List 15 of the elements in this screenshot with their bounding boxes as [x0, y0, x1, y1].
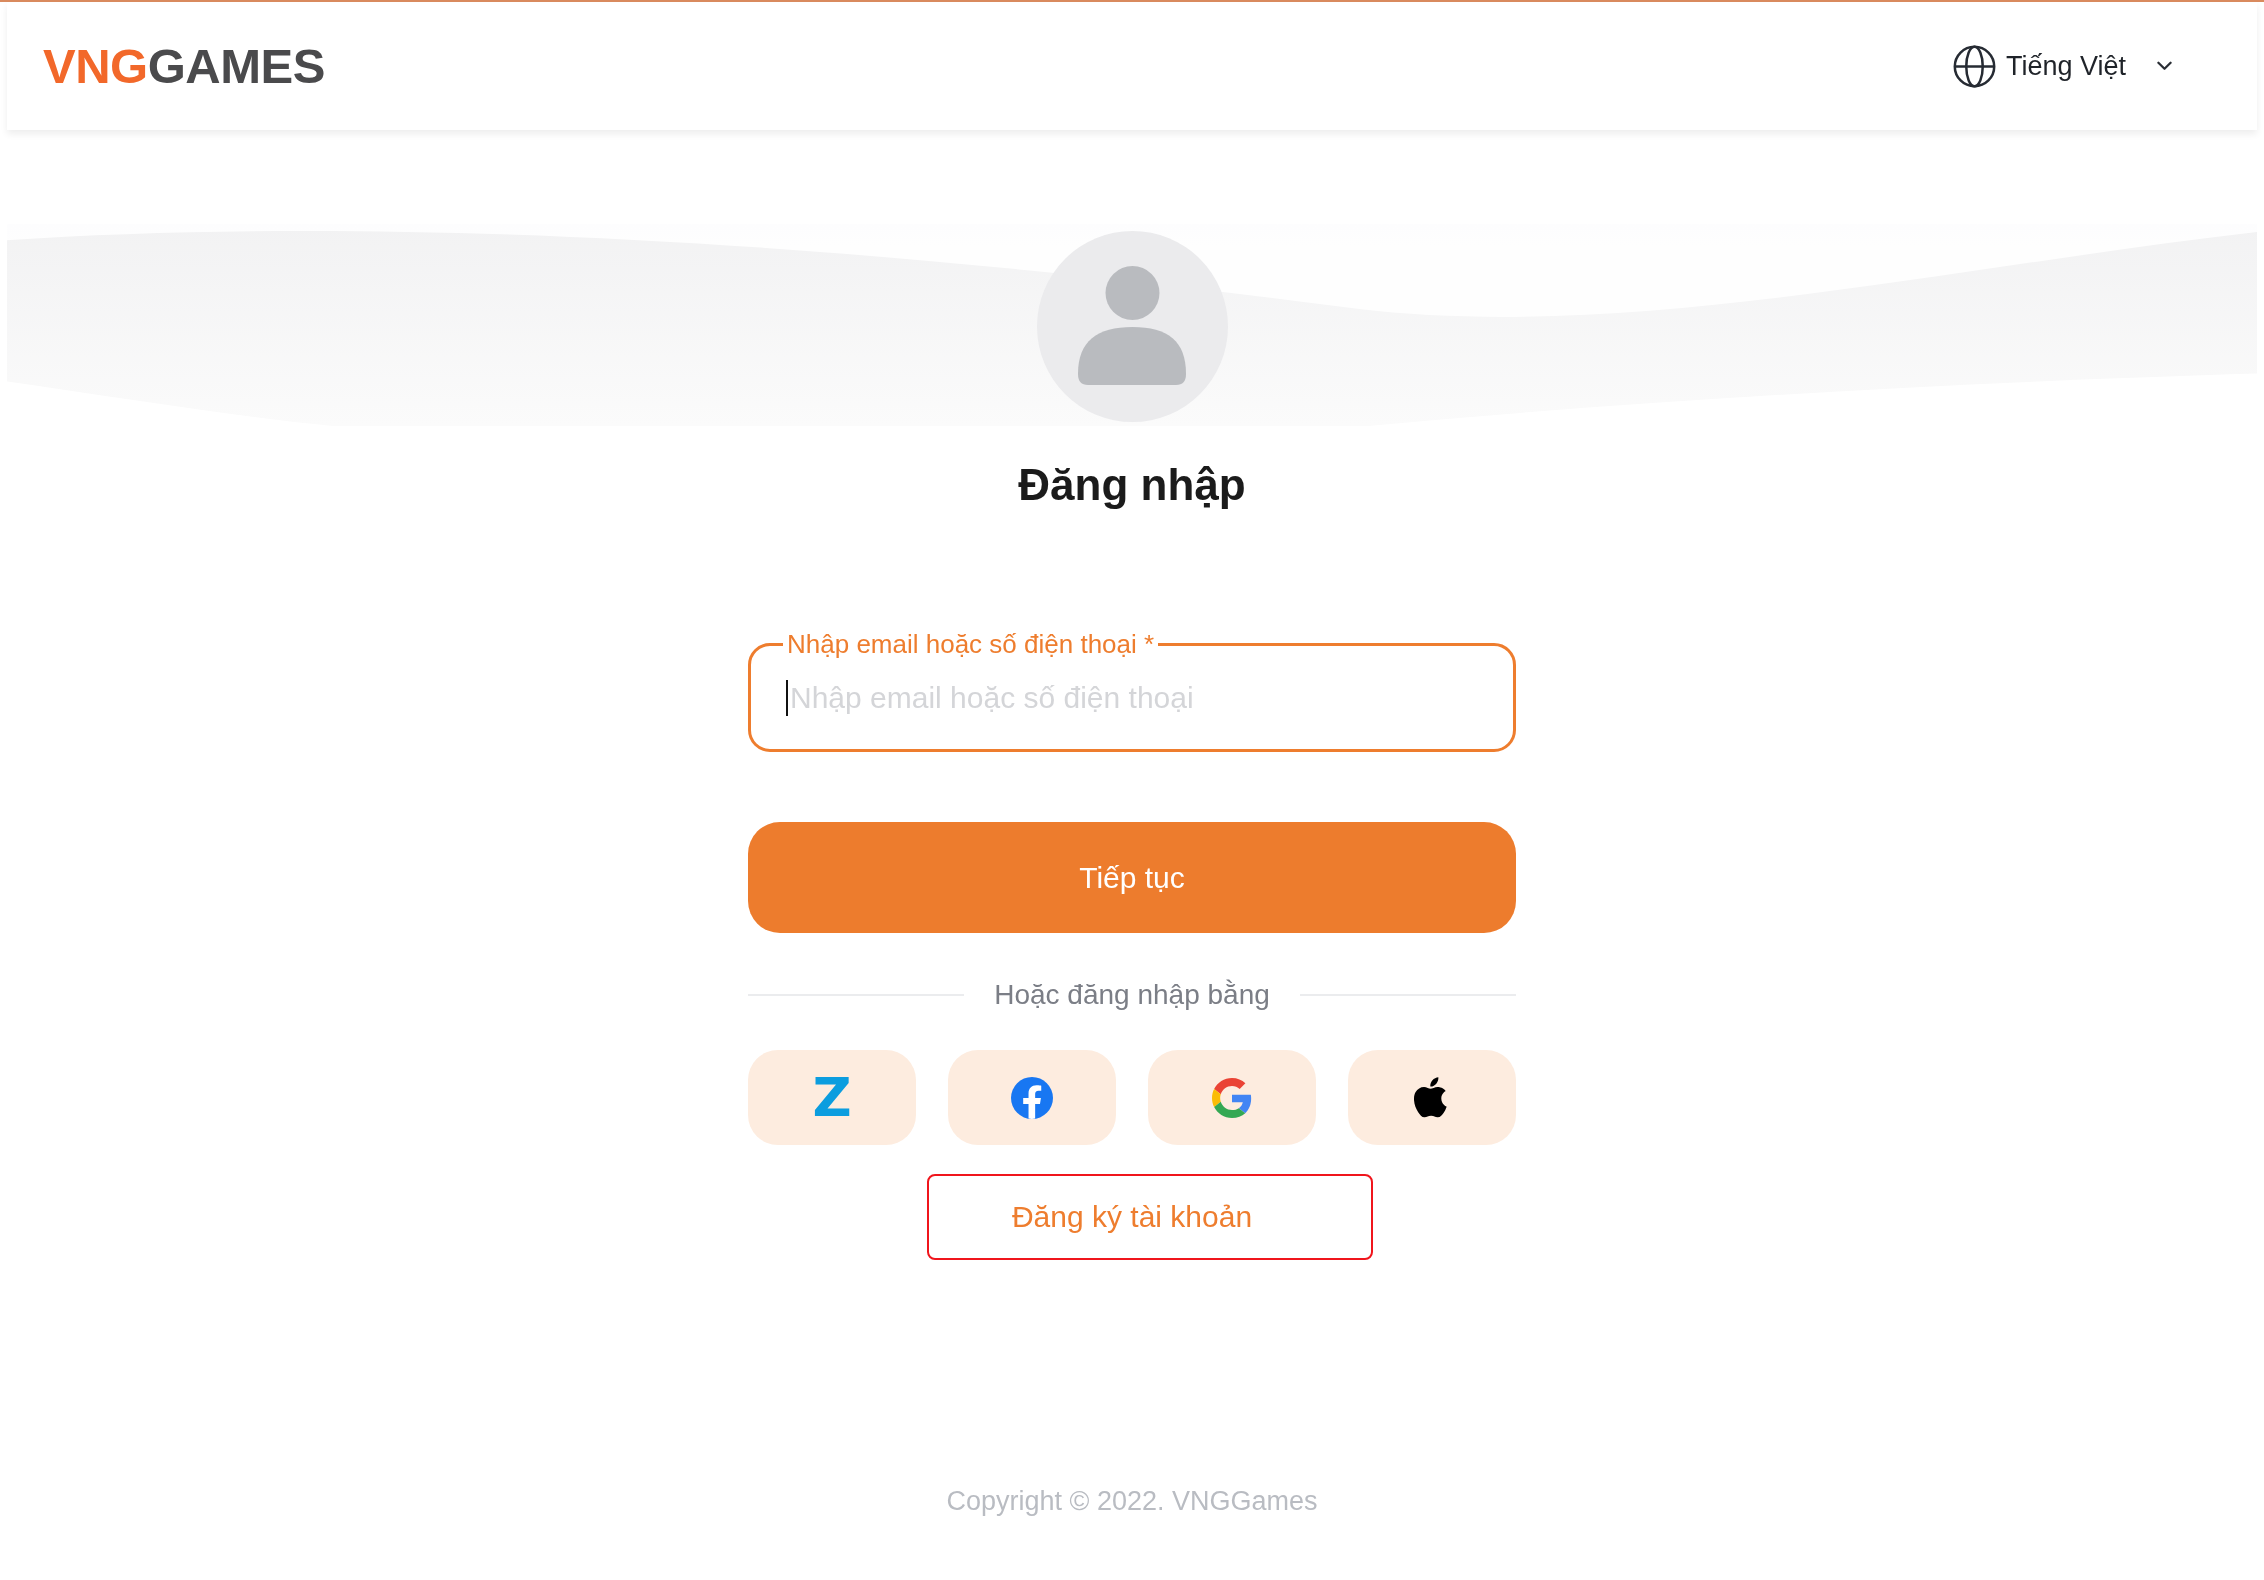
chevron-down-icon [2157, 61, 2172, 71]
brand-logo[interactable]: VNGGAMES [43, 41, 325, 91]
google-icon [1212, 1077, 1252, 1118]
globe-icon [1952, 44, 1996, 88]
copyright-text: Copyright © 2022. VNGGames [946, 1486, 1318, 1517]
divider-text: Hoặc đăng nhập bằng [993, 979, 1271, 1011]
register-button[interactable]: Đăng ký tài khoản [927, 1174, 1373, 1260]
text-caret [786, 680, 788, 716]
facebook-icon [1011, 1076, 1053, 1119]
social-login-button[interactable] [1348, 1050, 1516, 1145]
avatar-icon [1036, 231, 1228, 422]
continue-button[interactable]: Tiếp tục [748, 822, 1516, 933]
language-selector[interactable]: Tiếng Việt [1952, 44, 2172, 88]
social-login-button[interactable]: Z [748, 1050, 916, 1145]
page-title: Đăng nhập [1018, 459, 1246, 511]
